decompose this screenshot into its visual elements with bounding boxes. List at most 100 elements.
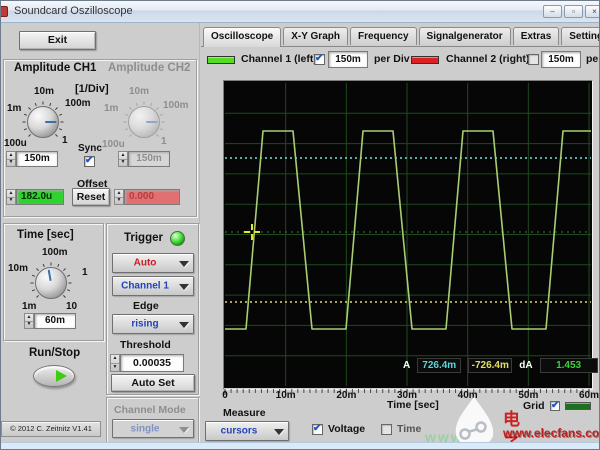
time-title: Time [sec] xyxy=(17,229,74,241)
amplitude-ch2-value[interactable]: 150m xyxy=(128,151,170,167)
sync-label: Sync xyxy=(78,143,102,154)
channel2-div-checkbox[interactable] xyxy=(528,54,539,65)
chevron-down-icon xyxy=(179,322,189,328)
trigger-led xyxy=(170,231,185,246)
amplitude-ch1-spinner[interactable]: ▲▼ xyxy=(6,151,16,167)
offset-ch2-value[interactable]: 0.000 xyxy=(124,189,180,205)
time-spinner[interactable]: ▲▼ xyxy=(24,313,34,329)
knob-scale-label: 10m xyxy=(34,86,54,97)
tab-settings[interactable]: Settings xyxy=(561,27,600,45)
time-knob[interactable] xyxy=(29,261,73,305)
knob-scale-label: 10m xyxy=(8,263,28,274)
trigger-source-dropdown[interactable]: Channel 1 xyxy=(112,276,194,296)
trigger-title: Trigger xyxy=(124,232,163,244)
channel1-div-checkbox[interactable] xyxy=(314,54,325,65)
tab-frequency[interactable]: Frequency xyxy=(350,27,417,45)
run-stop-label: Run/Stop xyxy=(29,347,80,359)
knob-scale-label: 1m xyxy=(7,103,21,114)
exit-button[interactable]: Exit xyxy=(19,31,96,50)
titlebar: Soundcard Oszilloscope – ▫ × xyxy=(1,1,600,23)
x-tick-label: 40m xyxy=(458,390,478,401)
display-panel: OscilloscopeX-Y GraphFrequencySignalgene… xyxy=(201,23,600,444)
per-div-unit-label: [1/Div] xyxy=(75,83,109,95)
measure-voltage-checkbox[interactable] xyxy=(312,424,323,435)
x-axis-title: Time [sec] xyxy=(387,399,439,411)
offset-ch1-spinner[interactable]: ▲▼ xyxy=(6,189,16,205)
channel-mode-title: Channel Mode xyxy=(114,404,186,416)
channel2-per-div-value[interactable]: 150m xyxy=(541,51,581,68)
grid-checkbox[interactable] xyxy=(550,401,560,411)
readout-a-label: A xyxy=(403,360,410,371)
readout-da-label: dA xyxy=(519,360,532,371)
amplitude-ch2-title: Amplitude CH2 xyxy=(108,62,190,74)
tab-signalgenerator[interactable]: Signalgenerator xyxy=(419,27,511,45)
x-tick-label: 60m xyxy=(579,390,599,401)
cursor-readout: A 726.4m -726.4m dA 1.453 xyxy=(403,358,598,373)
x-tick-label: 20m xyxy=(336,390,356,401)
channel1-legend-label: Channel 1 (left) xyxy=(241,53,317,65)
chevron-down-icon xyxy=(179,261,189,267)
tab-xy-graph[interactable]: X-Y Graph xyxy=(283,27,348,45)
grid-label: Grid xyxy=(523,400,545,412)
scope-plot[interactable] xyxy=(223,80,593,398)
knob-scale-label: 100m xyxy=(42,247,68,258)
measure-time-checkbox[interactable] xyxy=(381,424,392,435)
close-button-icon[interactable]: × xyxy=(585,5,600,18)
time-group: Time [sec] 100m 10m 1 1m 10 ▲▼ 60m xyxy=(3,223,104,341)
channel2-per-div-label: per Div xyxy=(586,53,600,65)
tab-extras[interactable]: Extras xyxy=(513,27,560,45)
grid-color-swatch xyxy=(565,402,591,410)
amplitude-group: Amplitude CH1 Amplitude CH2 [1/Div] 10m … xyxy=(3,59,197,217)
knob-scale-label: 1 xyxy=(82,267,88,278)
chevron-down-icon xyxy=(179,427,189,433)
channel1-per-div-label: per Div xyxy=(374,53,410,65)
channel-mode-dropdown[interactable]: single xyxy=(112,419,194,438)
copyright-bar: © 2012 C. Zeitnitz V1.41 xyxy=(1,421,101,437)
knob-scale-label: 10m xyxy=(129,86,149,97)
trigger-edge-dropdown[interactable]: rising xyxy=(112,314,194,334)
channel2-legend-label: Channel 2 (right) xyxy=(446,53,529,65)
x-tick-label: 10m xyxy=(276,390,296,401)
control-panel: Exit Amplitude CH1 Amplitude CH2 [1/Div]… xyxy=(1,23,200,444)
amplitude-ch2-spinner[interactable]: ▲▼ xyxy=(118,151,128,167)
time-value[interactable]: 60m xyxy=(34,313,76,329)
auto-set-button[interactable]: Auto Set xyxy=(111,374,195,392)
amplitude-ch1-knob[interactable] xyxy=(21,100,65,144)
delta-value: 1.453 xyxy=(540,358,598,373)
minimize-button-icon[interactable]: – xyxy=(543,5,562,18)
offset-reset-button[interactable]: Reset xyxy=(72,188,110,206)
knob-scale-label: 100m xyxy=(163,100,189,111)
run-stop-button[interactable] xyxy=(33,365,75,387)
channel2-color-swatch xyxy=(411,56,439,64)
offset-ch1-value[interactable]: 182.0u xyxy=(16,189,64,205)
channel-mode-group: Channel Mode single xyxy=(106,397,199,443)
x-tick-label: 0 xyxy=(222,390,228,401)
amplitude-ch1-title: Amplitude CH1 xyxy=(14,62,96,74)
amplitude-ch1-value[interactable]: 150m xyxy=(16,151,58,167)
amplitude-ch2-knob[interactable] xyxy=(122,100,166,144)
measure-mode-dropdown[interactable]: cursors xyxy=(205,421,289,441)
tab-oscilloscope[interactable]: Oscilloscope xyxy=(203,27,281,47)
knob-scale-label: 1m xyxy=(104,103,118,114)
measure-time-label: Time xyxy=(397,423,421,435)
tab-bar: OscilloscopeX-Y GraphFrequencySignalgene… xyxy=(203,26,600,47)
chevron-down-icon xyxy=(274,429,284,435)
threshold-spinner[interactable]: ▲▼ xyxy=(110,354,120,372)
knob-scale-label: 100m xyxy=(65,98,91,109)
status-bar xyxy=(1,442,600,450)
chevron-down-icon xyxy=(179,284,189,290)
channel1-color-swatch xyxy=(207,56,235,64)
app-window: Soundcard Oszilloscope – ▫ × Exit Amplit… xyxy=(0,0,600,450)
measure-voltage-label: Voltage xyxy=(328,423,365,435)
window-title: Soundcard Oszilloscope xyxy=(14,5,133,17)
edge-label: Edge xyxy=(133,300,159,312)
sync-checkbox[interactable] xyxy=(84,156,95,167)
threshold-label: Threshold xyxy=(120,339,171,351)
channel1-per-div-value[interactable]: 150m xyxy=(328,51,368,68)
offset-ch2-spinner[interactable]: ▲▼ xyxy=(114,189,124,205)
measure-title: Measure xyxy=(223,407,266,419)
threshold-value[interactable]: 0.00035 xyxy=(120,354,184,372)
maximize-button-icon[interactable]: ▫ xyxy=(564,5,583,18)
play-icon xyxy=(56,370,67,382)
trigger-mode-dropdown[interactable]: Auto xyxy=(112,253,194,273)
